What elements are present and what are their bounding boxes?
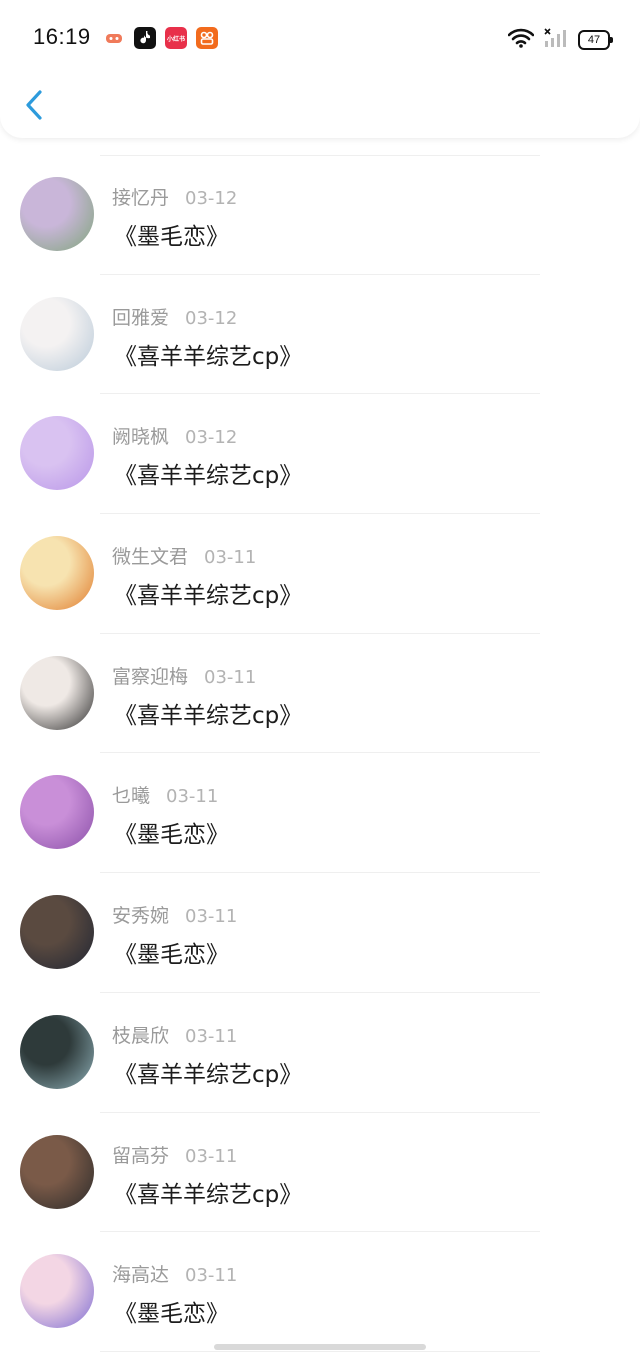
date-label: 03-12 — [185, 307, 238, 329]
name-line: 留高芬 03-11 — [112, 1141, 237, 1168]
chevron-left-icon — [26, 90, 42, 120]
work-title: 《墨毛恋》 — [114, 822, 229, 849]
user-name: 留高芬 — [112, 1144, 170, 1167]
avatar[interactable] — [20, 1014, 94, 1089]
user-name: 枝晨欣 — [112, 1024, 170, 1047]
work-title: 《喜羊羊综艺cp》 — [114, 583, 303, 610]
user-name: 微生文君 — [112, 546, 189, 569]
list-item[interactable]: 富察迎梅 03-11 《喜羊羊综艺cp》 — [0, 634, 640, 754]
date-label: 03-11 — [185, 1265, 238, 1287]
avatar[interactable] — [20, 895, 94, 970]
work-title: 《喜羊羊综艺cp》 — [114, 1181, 303, 1208]
date-label: 03-11 — [204, 666, 257, 688]
user-name: 富察迎梅 — [112, 665, 189, 688]
work-title: 《墨毛恋》 — [114, 942, 229, 969]
name-line: 接忆丹 03-12 — [112, 183, 237, 210]
avatar[interactable] — [20, 1254, 94, 1329]
home-indicator[interactable] — [214, 1344, 426, 1350]
work-title: 《喜羊羊综艺cp》 — [114, 1061, 303, 1088]
user-name: 安秀婉 — [112, 905, 170, 928]
list-item[interactable]: 安秀婉 03-11 《墨毛恋》 — [0, 873, 640, 993]
date-label: 03-12 — [185, 427, 238, 449]
name-line: 微生文君 03-11 — [112, 542, 256, 569]
status-bar: 16:19 小红书 47 — [0, 0, 640, 76]
date-label: 03-11 — [166, 786, 219, 808]
list-item[interactable]: 乜曦 03-11 《墨毛恋》 — [0, 753, 640, 874]
name-line: 乜曦 03-11 — [112, 781, 218, 808]
grid-app-icon — [196, 27, 218, 49]
avatar[interactable] — [20, 775, 94, 850]
work-title: 《墨毛恋》 — [114, 1301, 229, 1328]
cellular-signal-icon — [544, 28, 568, 52]
work-title: 《喜羊羊综艺cp》 — [114, 343, 303, 370]
list-item[interactable]: 回雅爱 03-12 《喜羊羊综艺cp》 — [0, 275, 640, 395]
game-icon — [103, 27, 125, 49]
list-item[interactable]: 枝晨欣 03-11 《喜羊羊综艺cp》 — [0, 993, 640, 1113]
date-label: 03-11 — [185, 906, 238, 928]
user-name: 接忆丹 — [112, 187, 170, 209]
name-line: 海高达 03-11 — [112, 1260, 237, 1287]
work-title: 《喜羊羊综艺cp》 — [114, 702, 303, 729]
avatar[interactable] — [20, 177, 94, 251]
date-label: 03-11 — [185, 1145, 238, 1167]
user-name: 回雅爱 — [112, 306, 170, 329]
back-button[interactable] — [20, 86, 52, 124]
date-label: 03-11 — [185, 1025, 238, 1047]
avatar[interactable] — [20, 655, 94, 730]
avatar[interactable] — [20, 1134, 94, 1209]
avatar[interactable] — [20, 416, 94, 491]
work-title: 《喜羊羊综艺cp》 — [114, 463, 303, 490]
system-status: 47 — [507, 28, 613, 52]
top-bar: 16:19 小红书 47 — [0, 0, 640, 138]
name-line: 阙晓枫 03-12 — [112, 422, 237, 449]
wifi-icon — [507, 28, 535, 52]
notification-icons: 小红书 — [103, 27, 218, 49]
name-line: 安秀婉 03-11 — [112, 901, 237, 928]
avatar[interactable] — [20, 536, 94, 611]
date-label: 03-12 — [185, 188, 238, 209]
list-item[interactable]: 接忆丹 03-12 《墨毛恋》 — [0, 155, 640, 275]
list-item[interactable]: 海高达 03-11 《墨毛恋》 — [0, 1232, 640, 1352]
user-name: 阙晓枫 — [112, 426, 170, 449]
date-label: 03-11 — [204, 547, 257, 569]
list-item[interactable]: 微生文君 03-11 《喜羊羊综艺cp》 — [0, 514, 640, 634]
music-note-icon — [134, 27, 156, 49]
work-title: 《墨毛恋》 — [114, 224, 229, 250]
user-name: 乜曦 — [112, 785, 151, 808]
user-name: 海高达 — [112, 1264, 170, 1287]
redbook-icon: 小红书 — [165, 27, 187, 49]
message-list: 接忆丹 03-12 《墨毛恋》 回雅爱 03-12 《喜羊羊综艺cp》 阙晓枫 03-12 《喜… — [0, 155, 640, 1352]
name-line: 回雅爱 03-12 — [112, 303, 237, 330]
battery-indicator: 47 — [578, 30, 613, 50]
list-item[interactable]: 阙晓枫 03-12 《喜羊羊综艺cp》 — [0, 394, 640, 515]
status-time: 16:19 — [33, 24, 91, 49]
name-line: 枝晨欣 03-11 — [112, 1021, 237, 1048]
list-item[interactable]: 留高芬 03-11 《喜羊羊综艺cp》 — [0, 1113, 640, 1233]
avatar[interactable] — [20, 296, 94, 371]
name-line: 富察迎梅 03-11 — [112, 662, 256, 689]
